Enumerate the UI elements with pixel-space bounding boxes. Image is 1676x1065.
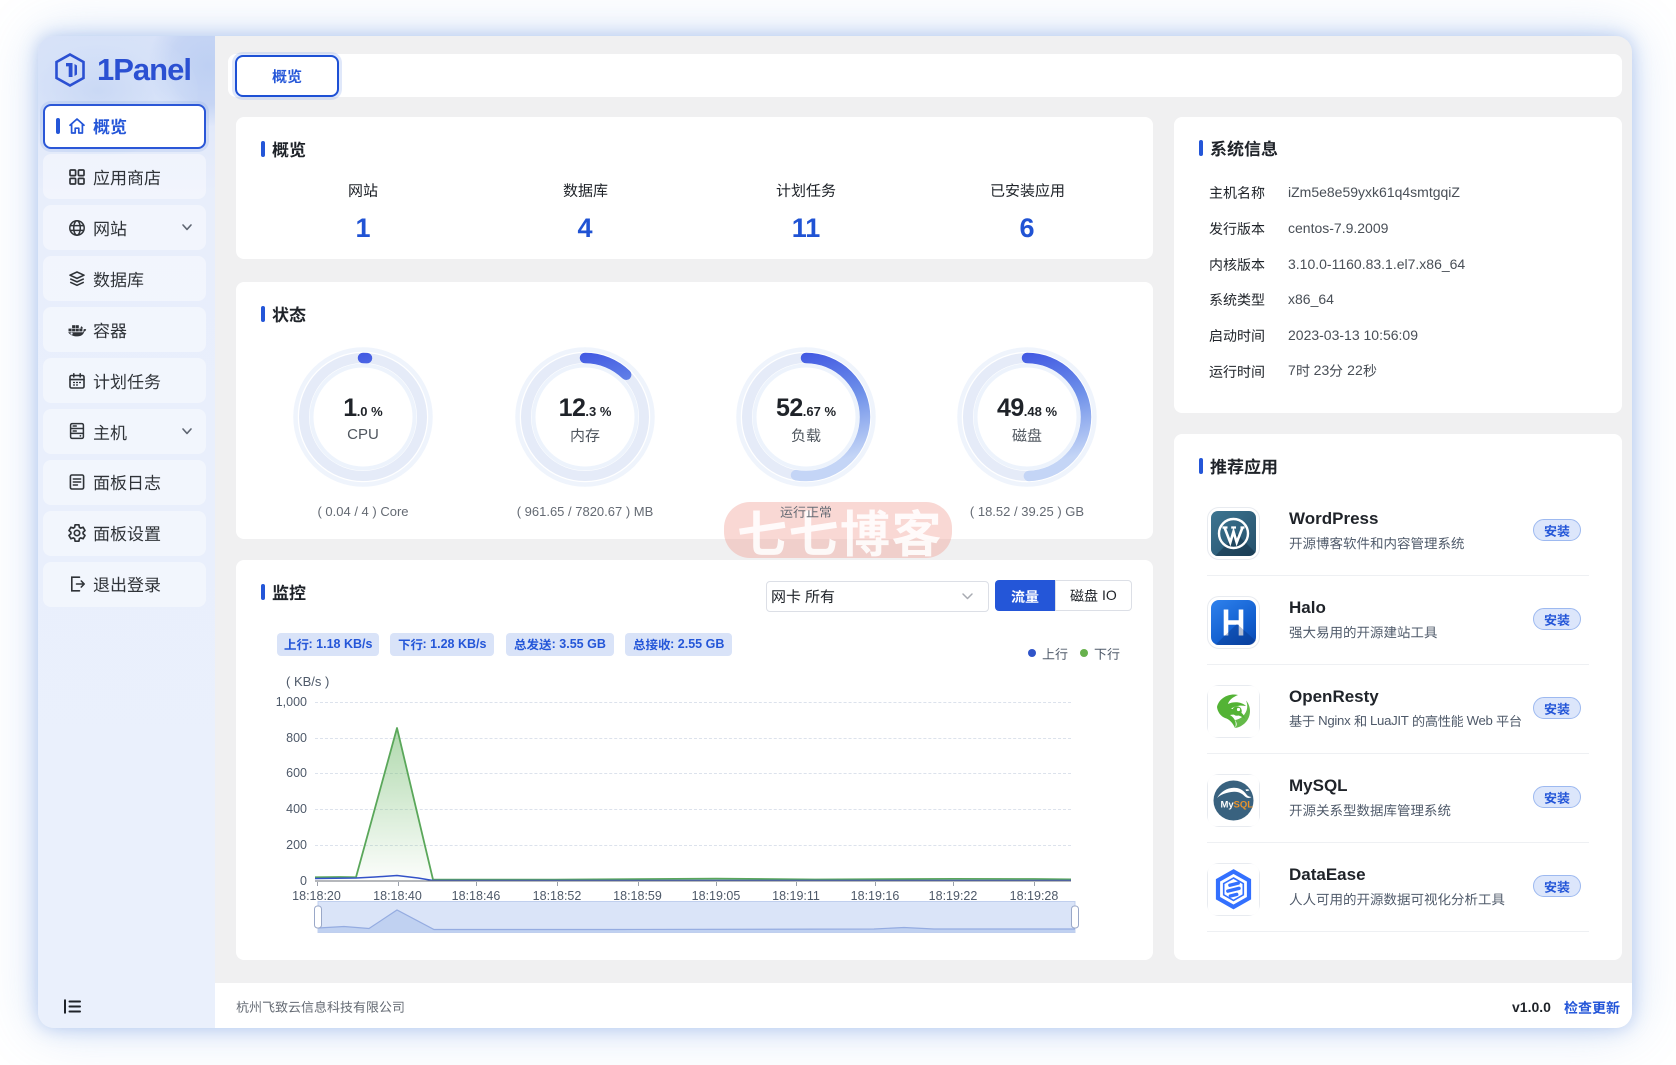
svg-text:My: My — [1221, 800, 1235, 811]
svg-text:SQL: SQL — [1234, 800, 1254, 811]
